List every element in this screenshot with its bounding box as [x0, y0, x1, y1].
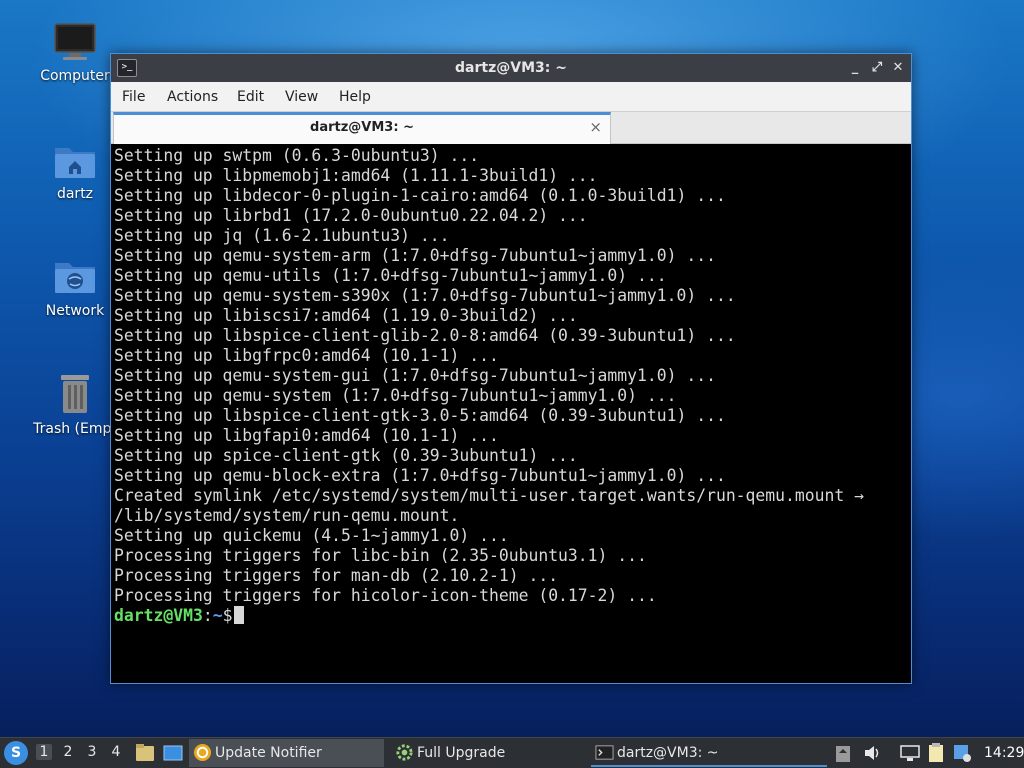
network-folder-icon	[55, 263, 95, 293]
menu-help[interactable]: Help	[339, 89, 371, 105]
monitor-icon	[54, 23, 96, 60]
terminal-line: Setting up librbd1 (17.2.0-0ubuntu0.22.0…	[114, 206, 588, 225]
start-menu-icon[interactable]: S	[4, 741, 28, 765]
terminal-line: Setting up libdecor-0-plugin-1-cairo:amd…	[114, 186, 726, 205]
minimize-button[interactable]: _	[845, 58, 865, 78]
tab-bar: dartz@VM3: ~ ×	[111, 112, 911, 144]
network-tray-icon[interactable]	[900, 744, 920, 762]
terminal-line: Processing triggers for libc-bin (2.35-0…	[114, 546, 647, 565]
maximize-button[interactable]: ⤢	[867, 58, 887, 78]
terminal-line: Setting up qemu-block-extra (1:7.0+dfsg-…	[114, 466, 726, 485]
task-label: dartz@VM3: ~	[617, 745, 719, 761]
terminal-line: Setting up libpmemobj1:amd64 (1.11.1-3bu…	[114, 166, 598, 185]
terminal-window[interactable]: >_ dartz@VM3: ~ _ ⤢ ✕ File Actions Edit …	[110, 53, 912, 684]
file-manager-icon[interactable]	[134, 742, 156, 764]
menu-view[interactable]: View	[285, 89, 318, 105]
terminal-line: Setting up libiscsi7:amd64 (1.19.0-3buil…	[114, 306, 578, 325]
prompt-separator: :	[202, 606, 213, 625]
workspace-1[interactable]: 1	[36, 744, 52, 760]
terminal-line: Setting up qemu-utils (1:7.0+dfsg-7ubunt…	[114, 266, 667, 285]
terminal-line: Setting up qemu-system (1:7.0+dfsg-7ubun…	[114, 386, 677, 405]
workspace-3[interactable]: 3	[84, 744, 100, 760]
prompt-user: dartz@VM3	[114, 606, 203, 625]
menu-file[interactable]: File	[122, 89, 145, 105]
menu-edit[interactable]: Edit	[237, 89, 264, 105]
terminal-output[interactable]: Setting up swtpm (0.6.3-0ubuntu3) ... Set…	[114, 146, 911, 683]
terminal-line: Setting up libspice-client-gtk-3.0-5:amd…	[114, 406, 726, 425]
terminal-line: Processing triggers for hicolor-icon-the…	[114, 586, 657, 605]
taskbar: S 1 2 3 4 Update Notifier Full Upgrade d…	[0, 737, 1024, 768]
menu-bar: File Actions Edit View Help	[111, 82, 911, 112]
terminal-line: Setting up libspice-client-glib-2.0-8:am…	[114, 326, 736, 345]
terminal-line: Setting up jq (1.6-2.1ubuntu3) ...	[114, 226, 450, 245]
terminal-line: Setting up swtpm (0.6.3-0ubuntu3) ...	[114, 146, 480, 165]
tab-terminal[interactable]: dartz@VM3: ~ ×	[113, 112, 611, 144]
window-title: dartz@VM3: ~	[455, 60, 567, 76]
tab-close-icon[interactable]: ×	[589, 118, 602, 136]
notes-tray-icon[interactable]	[927, 743, 945, 763]
menu-actions[interactable]: Actions	[167, 89, 218, 105]
task-full-upgrade[interactable]: Full Upgrade	[391, 739, 586, 767]
home-folder-icon	[55, 148, 95, 178]
update-notifier-icon	[193, 743, 212, 762]
workspace-4[interactable]: 4	[108, 744, 124, 760]
terminal-line: Setting up libgfapi0:amd64 (10.1-1) ...	[114, 426, 499, 445]
terminal-line: Setting up libgfrpc0:amd64 (10.1-1) ...	[114, 346, 499, 365]
update-tray-icon[interactable]	[953, 743, 971, 763]
window-titlebar[interactable]: >_ dartz@VM3: ~ _ ⤢ ✕	[111, 54, 911, 82]
terminal-line: Setting up qemu-system-arm (1:7.0+dfsg-7…	[114, 246, 716, 265]
tab-label: dartz@VM3: ~	[310, 120, 414, 135]
gear-icon	[396, 744, 413, 761]
task-update-notifier[interactable]: Update Notifier	[189, 739, 384, 767]
show-desktop-icon[interactable]	[162, 742, 184, 764]
text-cursor	[234, 606, 245, 624]
terminal-line: Setting up qemu-system-gui (1:7.0+dfsg-7…	[114, 366, 716, 385]
clipboard-tray-icon[interactable]	[835, 743, 851, 763]
task-label: Full Upgrade	[417, 745, 506, 761]
clock[interactable]: 14:29	[984, 745, 1024, 761]
terminal-icon	[595, 745, 614, 760]
task-terminal[interactable]: dartz@VM3: ~	[591, 739, 827, 767]
volume-icon[interactable]	[863, 744, 881, 762]
prompt-path: ~	[212, 606, 223, 625]
terminal-line: Setting up qemu-system-s390x (1:7.0+dfsg…	[114, 286, 736, 305]
terminal-line: Created symlink /etc/systemd/system/mult…	[114, 486, 864, 505]
task-label: Update Notifier	[215, 745, 322, 761]
close-button[interactable]: ✕	[888, 58, 908, 78]
prompt-symbol: $	[222, 606, 233, 625]
terminal-line: Processing triggers for man-db (2.10.2-1…	[114, 566, 559, 585]
terminal-prompt[interactable]: dartz@VM3:~$	[114, 606, 911, 626]
workspace-2[interactable]: 2	[60, 744, 76, 760]
terminal-line: /lib/systemd/system/run-qemu.mount.	[114, 506, 460, 525]
terminal-line: Setting up spice-client-gtk (0.39-3ubunt…	[114, 446, 578, 465]
trash-icon	[61, 375, 89, 413]
terminal-line: Setting up quickemu (4.5-1~jammy1.0) ...	[114, 526, 509, 545]
